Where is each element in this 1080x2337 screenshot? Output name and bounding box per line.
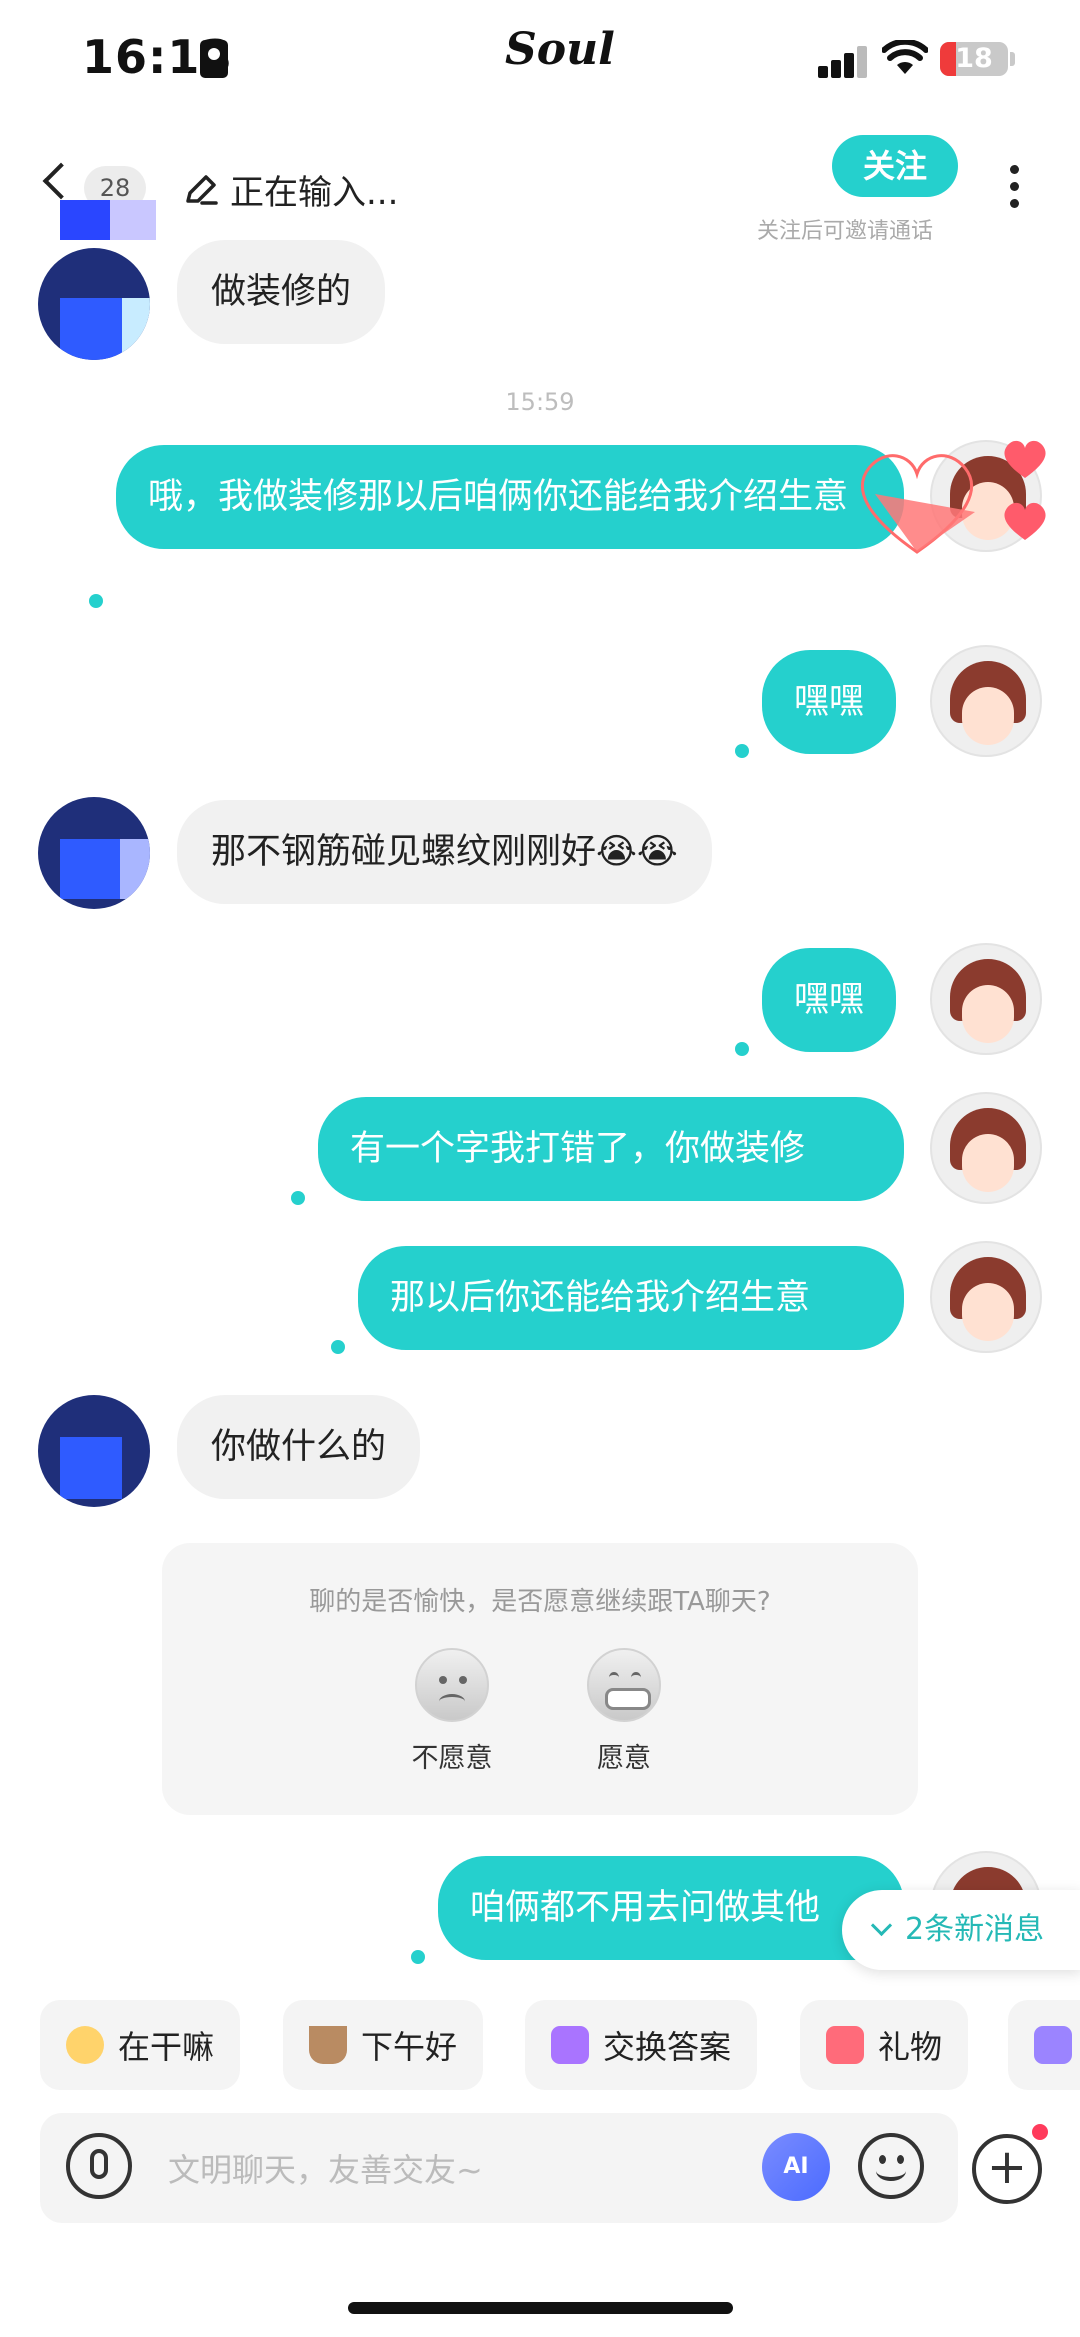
new-messages-label: 2条新消息 bbox=[905, 1912, 1045, 1947]
quick-chip-label: 交换答案 bbox=[603, 2028, 732, 2066]
follow-button[interactable]: 关注 bbox=[832, 135, 958, 197]
sent-dot bbox=[735, 744, 749, 758]
message-text: 咱俩都不用去问做其他 bbox=[470, 1888, 821, 1928]
message-bubble-outgoing[interactable]: 那以后你还能给我介绍生意 bbox=[358, 1246, 904, 1350]
voice-icon[interactable] bbox=[66, 2133, 132, 2199]
message-bubble-outgoing[interactable]: 哦，我做装修那以后咱俩你还能给我介绍生意 bbox=[116, 445, 904, 549]
add-icon[interactable]: + bbox=[972, 2134, 1042, 2204]
photo-icon bbox=[1034, 2026, 1072, 2064]
chevron-down-icon bbox=[870, 1914, 893, 1937]
my-avatar[interactable] bbox=[930, 943, 1042, 1055]
quick-chip[interactable]: 礼物 bbox=[800, 2000, 969, 2090]
signal-icon bbox=[818, 44, 868, 78]
emoji-icon bbox=[66, 2026, 104, 2064]
back-icon[interactable] bbox=[42, 162, 80, 200]
swap-icon bbox=[551, 2026, 589, 2064]
unwilling-label: 不愿意 bbox=[411, 1743, 493, 1774]
message-input-bar: 文明聊天，友善交友~ AI bbox=[40, 2113, 958, 2223]
sent-dot bbox=[411, 1950, 425, 1964]
message-bubble-outgoing[interactable]: 咱俩都不用去问做其他 bbox=[438, 1856, 904, 1960]
typing-status: 正在输入... bbox=[182, 165, 398, 214]
quick-chip-label: 在干嘛 bbox=[118, 2028, 215, 2066]
sent-dot bbox=[735, 1042, 749, 1056]
new-messages-button[interactable]: 2条新消息 bbox=[842, 1890, 1080, 1970]
quick-chip-more[interactable] bbox=[1008, 2000, 1080, 2090]
header-avatar-peek bbox=[60, 200, 156, 240]
my-avatar[interactable] bbox=[930, 645, 1042, 757]
edit-icon bbox=[186, 174, 218, 205]
quick-chip-label: 下午好 bbox=[361, 2028, 458, 2066]
id-card-icon bbox=[200, 40, 228, 78]
contact-avatar[interactable] bbox=[38, 1395, 150, 1507]
quick-chip-label: 礼物 bbox=[878, 2028, 943, 2066]
sent-dot bbox=[291, 1191, 305, 1205]
typing-label: 正在输入... bbox=[230, 173, 399, 213]
app-brand: Soul bbox=[505, 24, 615, 75]
coffee-icon bbox=[309, 2026, 347, 2064]
sent-dot bbox=[89, 594, 103, 608]
ai-assistant-icon[interactable]: AI bbox=[762, 2133, 830, 2201]
my-avatar[interactable] bbox=[930, 1241, 1042, 1353]
quick-chip[interactable]: 在干嘛 bbox=[40, 2000, 241, 2090]
message-bubble-outgoing[interactable]: 嘿嘿 bbox=[762, 650, 897, 754]
message-timestamp: 15:59 bbox=[505, 388, 575, 416]
sad-face-icon bbox=[415, 1648, 489, 1722]
notification-dot bbox=[1032, 2124, 1048, 2140]
contact-avatar[interactable] bbox=[38, 248, 150, 360]
battery-tip bbox=[1010, 52, 1015, 66]
battery-icon: 18 bbox=[940, 42, 1008, 76]
hearts-decoration bbox=[860, 440, 1046, 554]
follow-hint: 关注后可邀请通话 bbox=[757, 219, 934, 244]
feedback-question: 聊的是否愉快，是否愿意继续跟TA聊天? bbox=[309, 1587, 771, 1617]
message-bubble-outgoing[interactable]: 嘿嘿 bbox=[762, 948, 897, 1052]
contact-avatar[interactable] bbox=[38, 797, 150, 909]
message-bubble-incoming[interactable]: 做装修的 bbox=[177, 240, 386, 344]
willing-option[interactable]: 愿意 bbox=[578, 1648, 670, 1775]
home-indicator bbox=[348, 2302, 733, 2314]
chat-feedback-card: 聊的是否愉快，是否愿意继续跟TA聊天? 不愿意 愿意 bbox=[162, 1543, 918, 1815]
gift-icon bbox=[826, 2026, 864, 2064]
message-bubble-incoming[interactable]: 你做什么的 bbox=[177, 1395, 421, 1499]
unwilling-option[interactable]: 不愿意 bbox=[402, 1648, 502, 1775]
message-input[interactable]: 文明聊天，友善交友~ bbox=[168, 2145, 483, 2191]
my-avatar[interactable] bbox=[930, 1092, 1042, 1204]
willing-label: 愿意 bbox=[597, 1743, 651, 1774]
quick-chip[interactable]: 交换答案 bbox=[525, 2000, 758, 2090]
battery-level: 18 bbox=[955, 43, 993, 74]
grin-face-icon bbox=[587, 1648, 661, 1722]
more-icon[interactable] bbox=[1010, 165, 1019, 216]
emoji-button-icon[interactable] bbox=[858, 2133, 924, 2199]
message-bubble-outgoing[interactable]: 有一个字我打错了，你做装修 bbox=[318, 1097, 904, 1201]
sent-dot bbox=[331, 1340, 345, 1354]
quick-chip[interactable]: 下午好 bbox=[283, 2000, 484, 2090]
wifi-icon bbox=[882, 40, 928, 74]
message-bubble-incoming[interactable]: 那不钢筋碰见螺纹刚刚好😭😭 bbox=[177, 800, 712, 904]
